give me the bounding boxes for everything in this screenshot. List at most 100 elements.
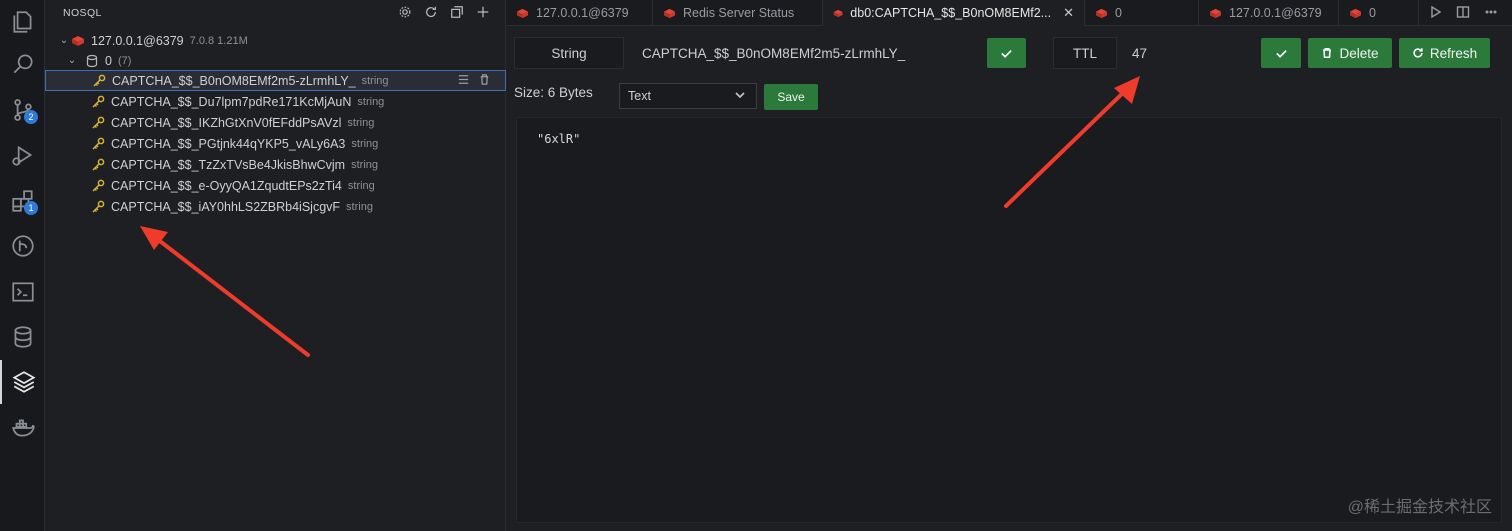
- ttl-input[interactable]: 47: [1117, 37, 1247, 69]
- refresh-label: Refresh: [1429, 45, 1478, 61]
- nosql-sidebar: NOSQL ⌄ 127.0.0.1@6379 7.0.8 1.21M ⌄ 0 (…: [45, 0, 506, 531]
- delete-label: Delete: [1339, 45, 1379, 61]
- sidebar-title: NOSQL: [63, 7, 102, 19]
- chevron-down-icon[interactable]: ⌄: [57, 35, 71, 46]
- nosql-layers-icon[interactable]: [0, 360, 45, 404]
- tab-connection-2[interactable]: 127.0.0.1@6379: [1199, 0, 1339, 26]
- run-debug-icon[interactable]: [0, 133, 45, 177]
- redis-icon: [1210, 8, 1221, 18]
- size-label: Size: 6 Bytes: [514, 85, 593, 100]
- key-icon: [91, 158, 105, 172]
- run-icon[interactable]: [1428, 5, 1442, 24]
- redis-icon: [1096, 8, 1107, 18]
- database-node[interactable]: ⌄ 0 (7): [45, 50, 506, 71]
- key-name: CAPTCHA_$$_B0nOM8EMf2m5-zLrmhLY_: [112, 73, 356, 88]
- add-connection-icon[interactable]: [475, 4, 491, 20]
- refresh-icon: [1413, 48, 1423, 58]
- key-name: CAPTCHA_$$_e-OyyQA1ZqudtEPs2zTi4: [111, 178, 342, 193]
- search-icon[interactable]: [0, 42, 45, 86]
- key-type: string: [361, 74, 389, 87]
- tab-label: db0:CAPTCHA_$$_B0nOM8EMf2...: [850, 6, 1052, 20]
- tab-db[interactable]: 0: [1085, 0, 1199, 26]
- refresh-button[interactable]: Refresh: [1399, 38, 1490, 68]
- ttl-label: TTL: [1072, 45, 1097, 61]
- key-name: CAPTCHA_$$_PGtjnk44qYKP5_vALy6A3: [111, 136, 346, 151]
- key-item[interactable]: CAPTCHA_$$_iAY0hhLS2ZBRb4iSjcgvF string: [45, 196, 506, 217]
- tab-db-2[interactable]: 0: [1339, 0, 1419, 26]
- key-type: string: [357, 95, 385, 108]
- tab-key-editor[interactable]: db0:CAPTCHA_$$_B0nOM8EMf2... ✕: [823, 0, 1085, 26]
- tab-connection[interactable]: 127.0.0.1@6379: [506, 0, 653, 26]
- docker-icon[interactable]: [0, 406, 45, 450]
- connection-name: 127.0.0.1@6379: [91, 33, 184, 48]
- key-type-field: String: [514, 37, 624, 69]
- explorer-icon[interactable]: [0, 0, 45, 44]
- check-icon: [1275, 49, 1287, 58]
- tab-label: 127.0.0.1@6379: [536, 6, 629, 20]
- delete-button[interactable]: Delete: [1308, 38, 1392, 68]
- scm-badge: 2: [24, 110, 38, 124]
- key-type: string: [351, 137, 379, 150]
- format-select[interactable]: Text: [619, 83, 757, 109]
- redis-icon: [517, 8, 528, 18]
- trash-icon[interactable]: [478, 73, 491, 89]
- editor-tabs: 127.0.0.1@6379 Redis Server Status db0:C…: [506, 0, 1512, 26]
- value-text: "6xlR": [537, 132, 581, 146]
- rename-confirm-button[interactable]: [987, 38, 1026, 68]
- redis-icon: [833, 9, 843, 17]
- key-item[interactable]: CAPTCHA_$$_e-OyyQA1ZqudtEPs2zTi4 string: [45, 175, 506, 196]
- ttl-value: 47: [1132, 45, 1148, 61]
- chevron-down-icon[interactable]: ⌄: [65, 55, 79, 66]
- settings-gear-icon[interactable]: [397, 4, 413, 20]
- redis-icon: [1350, 8, 1361, 18]
- database-node-icon: [86, 54, 98, 67]
- connection-node[interactable]: ⌄ 127.0.0.1@6379 7.0.8 1.21M: [45, 30, 506, 51]
- source-control-icon[interactable]: 2: [0, 88, 45, 132]
- more-actions-icon[interactable]: [1484, 5, 1498, 24]
- key-type: string: [347, 179, 375, 192]
- close-icon[interactable]: ✕: [1063, 5, 1074, 21]
- watermark: @稀土掘金技术社区: [1347, 499, 1492, 516]
- key-item[interactable]: CAPTCHA_$$_B0nOM8EMf2m5-zLrmhLY_ string: [45, 70, 506, 91]
- key-icon: [92, 74, 106, 88]
- key-name: CAPTCHA_$$_Du7lpm7pdRe171KcMjAuN: [111, 94, 352, 109]
- extensions-icon[interactable]: 1: [0, 179, 45, 223]
- value-editor[interactable]: "6xlR": [516, 117, 1502, 523]
- key-icon: [91, 137, 105, 151]
- menu-lines-icon[interactable]: [457, 73, 470, 89]
- ttl-confirm-button[interactable]: [1261, 38, 1301, 68]
- key-icon: [91, 116, 105, 130]
- key-item[interactable]: CAPTCHA_$$_Du7lpm7pdRe171KcMjAuN string: [45, 91, 506, 112]
- redis-icon: [72, 35, 84, 46]
- key-name: CAPTCHA_$$_IKZhGtXnV0fEFddPsAVzl: [111, 115, 342, 130]
- collapse-all-icon[interactable]: [449, 4, 465, 20]
- save-button[interactable]: Save: [764, 84, 818, 110]
- git-graph-icon[interactable]: [0, 224, 45, 268]
- key-name-input[interactable]: CAPTCHA_$$_B0nOM8EMf2m5-zLrmhLY_: [624, 37, 976, 69]
- key-icon: [91, 179, 105, 193]
- refresh-icon[interactable]: [423, 4, 439, 20]
- key-type-label: String: [551, 45, 587, 61]
- key-name: CAPTCHA_$$_iAY0hhLS2ZBRb4iSjcgvF: [111, 199, 341, 214]
- key-type: string: [347, 116, 375, 129]
- sidebar-header: NOSQL: [45, 0, 505, 26]
- split-editor-icon[interactable]: [1456, 5, 1470, 24]
- redis-icon: [664, 8, 675, 18]
- format-selected: Text: [628, 89, 651, 103]
- key-type: string: [346, 200, 373, 213]
- database-name: 0: [105, 53, 112, 68]
- ttl-label-box: TTL: [1053, 37, 1117, 69]
- key-icon: [91, 200, 105, 214]
- key-item[interactable]: CAPTCHA_$$_TzZxTVsBe4JkisBhwCvjm string: [45, 154, 506, 175]
- key-item[interactable]: CAPTCHA_$$_PGtjnk44qYKP5_vALy6A3 string: [45, 133, 506, 154]
- connection-meta: 7.0.8 1.21M: [189, 34, 248, 47]
- database-icon[interactable]: [0, 315, 45, 359]
- tab-server-status[interactable]: Redis Server Status: [653, 0, 823, 26]
- key-item[interactable]: CAPTCHA_$$_IKZhGtXnV0fEFddPsAVzl string: [45, 112, 506, 133]
- save-label: Save: [777, 90, 805, 104]
- terminal-icon[interactable]: [0, 270, 45, 314]
- tab-label: 0: [1115, 6, 1122, 20]
- key-editor: String CAPTCHA_$$_B0nOM8EMf2m5-zLrmhLY_ …: [506, 27, 1512, 531]
- chevron-down-icon: [734, 89, 746, 104]
- key-icon: [91, 95, 105, 109]
